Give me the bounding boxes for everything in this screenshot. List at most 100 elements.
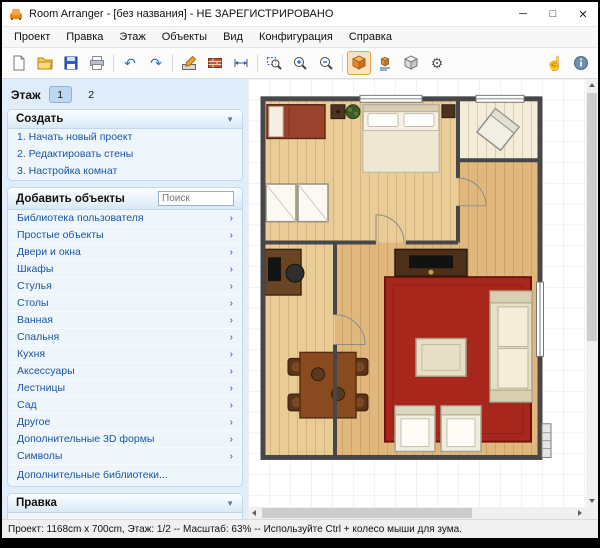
plant[interactable] (346, 105, 360, 119)
category-label: Аксессуары (17, 365, 75, 378)
radiator[interactable] (542, 424, 551, 458)
double-bed[interactable] (363, 105, 439, 172)
arrow-down-icon (589, 499, 595, 503)
add-objects-panel: Добавить объекты Библиотека пользователя… (7, 187, 243, 487)
close-button[interactable]: ✕ (568, 2, 598, 26)
create-panel-header[interactable]: Создать ▼ (8, 110, 242, 129)
new-document-button[interactable] (7, 51, 31, 75)
vertical-scroll-thumb[interactable] (587, 93, 597, 341)
edit-walls-button[interactable] (177, 51, 201, 75)
view-3d-button[interactable] (347, 51, 371, 75)
save-button[interactable] (59, 51, 83, 75)
category-bathroom[interactable]: Ванная› (8, 312, 242, 329)
info-icon (573, 55, 589, 71)
print-button[interactable] (85, 51, 109, 75)
redo-button[interactable]: ↷ (144, 51, 168, 75)
category-accessories[interactable]: Аксессуары › (8, 363, 242, 380)
category-doors-windows[interactable]: Двери и окна› (8, 244, 242, 261)
sofa[interactable] (490, 291, 532, 402)
dining-set[interactable] (288, 352, 368, 417)
menu-help[interactable]: Справка (341, 29, 400, 45)
category-other[interactable]: Другое› (8, 414, 242, 431)
tv-stand[interactable] (395, 249, 467, 276)
menu-configuration[interactable]: Конфигурация (251, 29, 341, 45)
menu-objects[interactable]: Объекты (154, 29, 215, 45)
category-chairs[interactable]: Стулья› (8, 278, 242, 295)
category-kitchen[interactable]: Кухня› (8, 346, 242, 363)
floor-tab-2[interactable]: 2 (80, 86, 103, 103)
menu-edit[interactable]: Правка (58, 29, 111, 45)
toolbar: ↶ ↷ (2, 48, 598, 79)
category-simple-objects[interactable]: Простые объекты› (8, 227, 242, 244)
floor-tab-1[interactable]: 1 (49, 86, 72, 103)
floor-plan-canvas[interactable] (248, 79, 586, 507)
scroll-up-button[interactable] (586, 79, 598, 91)
category-tables[interactable]: Столы› (8, 295, 242, 312)
print-icon (89, 55, 105, 71)
minimize-button[interactable]: ─ (508, 2, 538, 26)
create-item-edit-walls[interactable]: 2. Редактировать стены (8, 146, 242, 163)
category-stairs[interactable]: Лестницы› (8, 380, 242, 397)
single-bed[interactable] (267, 105, 325, 139)
armchair[interactable] (395, 406, 435, 452)
category-garden[interactable]: Сад› (8, 397, 242, 414)
undo-button[interactable]: ↶ (118, 51, 142, 75)
armchair[interactable] (441, 406, 481, 452)
menu-floor[interactable]: Этаж (111, 29, 153, 45)
create-item-new-project[interactable]: 1. Начать новый проект (8, 129, 242, 146)
edit-panel-header[interactable]: Правка ▼ (8, 494, 242, 513)
additional-libraries-link[interactable]: Дополнительные библиотеки... (8, 465, 242, 486)
horizontal-scrollbar[interactable] (248, 507, 586, 519)
zoom-out-button[interactable] (314, 51, 338, 75)
zoom-out-icon (318, 55, 334, 71)
category-symbols[interactable]: Символы› (8, 448, 242, 465)
category-label: Ванная (17, 314, 53, 327)
horizontal-scroll-thumb[interactable] (262, 508, 472, 518)
category-user-library[interactable]: Библиотека пользователя › (8, 210, 242, 227)
floor-label: Этаж (11, 88, 41, 102)
cube-3d-button[interactable] (399, 51, 423, 75)
category-label: Библиотека пользователя (17, 212, 144, 225)
brick-materials-button[interactable] (203, 51, 227, 75)
category-label: Лестницы (17, 382, 65, 395)
vertical-scrollbar[interactable] (586, 79, 598, 507)
nightstand[interactable] (442, 105, 455, 118)
collapse-chevron-icon[interactable]: ▼ (226, 115, 234, 124)
menu-view[interactable]: Вид (215, 29, 251, 45)
add-objects-panel-header: Добавить объекты (8, 188, 242, 210)
category-label: Стулья (17, 280, 52, 293)
object-list-icon (377, 55, 393, 71)
chevron-right-icon: › (230, 297, 233, 310)
zoom-selection-button[interactable] (262, 51, 286, 75)
category-additional-3d-shapes[interactable]: Дополнительные 3D формы› (8, 431, 242, 448)
sidebar: Этаж 1 2 Создать ▼ 1. Начать новый проек… (2, 79, 248, 519)
undo-icon: ↶ (124, 56, 136, 70)
scroll-down-button[interactable] (586, 495, 598, 507)
menu-project[interactable]: Проект (6, 29, 58, 45)
computer-desk[interactable] (265, 249, 304, 295)
maximize-button[interactable]: □ (538, 2, 568, 26)
collapse-chevron-icon[interactable]: ▼ (226, 499, 234, 508)
scroll-left-button[interactable] (248, 507, 260, 519)
dimensions-button[interactable] (229, 51, 253, 75)
nightstand[interactable] (331, 105, 345, 119)
zoom-in-button[interactable] (288, 51, 312, 75)
coffee-table[interactable] (416, 339, 466, 377)
cube-3d-icon (403, 55, 419, 71)
chevron-right-icon: › (230, 365, 233, 378)
plan-area (248, 79, 598, 519)
scroll-right-button[interactable] (574, 507, 586, 519)
category-wardrobes[interactable]: Шкафы› (8, 261, 242, 278)
settings-button[interactable]: ⚙ (425, 51, 449, 75)
category-bedroom[interactable]: Спальня› (8, 329, 242, 346)
chevron-right-icon: › (230, 433, 233, 446)
info-button[interactable] (569, 51, 593, 75)
hand-tool-button[interactable]: ☝ (543, 51, 567, 75)
chevron-right-icon: › (230, 212, 233, 225)
object-list-button[interactable] (373, 51, 397, 75)
edit-panel: Правка ▼ (7, 493, 243, 519)
open-folder-button[interactable] (33, 51, 57, 75)
status-bar: Проект: 1168cm x 700cm, Этаж: 1/2 -- Мас… (2, 519, 598, 538)
create-item-setup-rooms[interactable]: 3. Настройка комнат (8, 163, 242, 180)
object-search-input[interactable] (158, 191, 234, 206)
